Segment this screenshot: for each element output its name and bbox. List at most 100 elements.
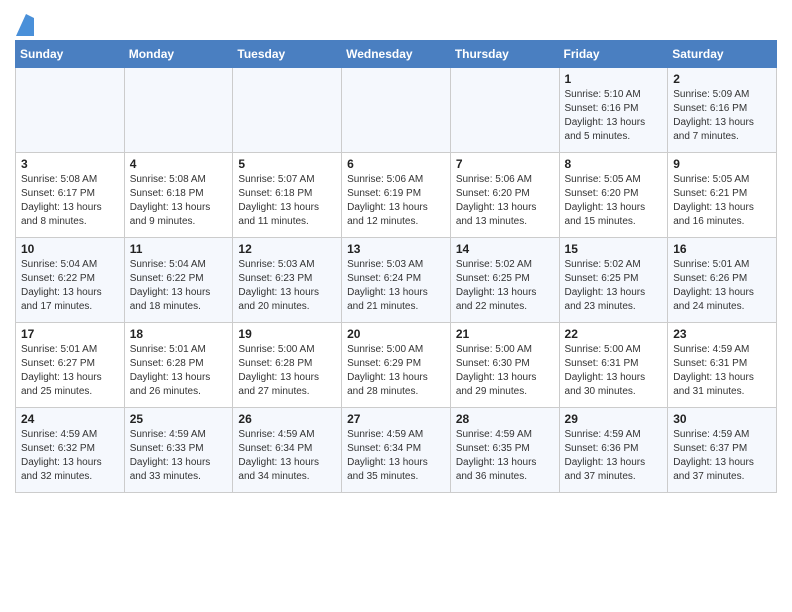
day-info: Sunrise: 5:09 AM Sunset: 6:16 PM Dayligh… — [673, 88, 771, 144]
calendar-cell: 5 Sunrise: 5:07 AM Sunset: 6:18 PM Daylig… — [233, 153, 342, 238]
day-info: Sunrise: 5:01 AM Sunset: 6:27 PM Dayligh… — [21, 343, 119, 399]
calendar-cell: 15 Sunrise: 5:02 AM Sunset: 6:25 PM Dayli… — [559, 238, 668, 323]
day-info: Sunrise: 5:02 AM Sunset: 6:25 PM Dayligh… — [456, 258, 554, 314]
calendar-week-4: 17 Sunrise: 5:01 AM Sunset: 6:27 PM Dayli… — [16, 323, 777, 408]
calendar-cell: 2 Sunrise: 5:09 AM Sunset: 6:16 PM Daylig… — [668, 68, 777, 153]
day-info: Sunrise: 4:59 AM Sunset: 6:35 PM Dayligh… — [456, 428, 554, 484]
calendar-cell: 13 Sunrise: 5:03 AM Sunset: 6:24 PM Dayli… — [342, 238, 451, 323]
page-header — [15, 10, 777, 32]
day-info: Sunrise: 5:08 AM Sunset: 6:18 PM Dayligh… — [130, 173, 228, 229]
calendar-cell — [16, 68, 125, 153]
day-number: 4 — [130, 157, 228, 171]
day-info: Sunrise: 5:01 AM Sunset: 6:26 PM Dayligh… — [673, 258, 771, 314]
calendar-cell: 19 Sunrise: 5:00 AM Sunset: 6:28 PM Dayli… — [233, 323, 342, 408]
day-info: Sunrise: 4:59 AM Sunset: 6:37 PM Dayligh… — [673, 428, 771, 484]
day-info: Sunrise: 5:00 AM Sunset: 6:28 PM Dayligh… — [238, 343, 336, 399]
calendar-cell: 27 Sunrise: 4:59 AM Sunset: 6:34 PM Dayli… — [342, 408, 451, 493]
day-number: 9 — [673, 157, 771, 171]
day-info: Sunrise: 5:03 AM Sunset: 6:23 PM Dayligh… — [238, 258, 336, 314]
calendar-cell: 28 Sunrise: 4:59 AM Sunset: 6:35 PM Dayli… — [450, 408, 559, 493]
day-info: Sunrise: 4:59 AM Sunset: 6:32 PM Dayligh… — [21, 428, 119, 484]
calendar-week-3: 10 Sunrise: 5:04 AM Sunset: 6:22 PM Dayli… — [16, 238, 777, 323]
day-number: 15 — [565, 242, 663, 256]
day-number: 17 — [21, 327, 119, 341]
day-number: 19 — [238, 327, 336, 341]
logo-icon — [16, 14, 34, 36]
day-info: Sunrise: 5:05 AM Sunset: 6:20 PM Dayligh… — [565, 173, 663, 229]
day-info: Sunrise: 5:10 AM Sunset: 6:16 PM Dayligh… — [565, 88, 663, 144]
day-info: Sunrise: 5:04 AM Sunset: 6:22 PM Dayligh… — [21, 258, 119, 314]
day-number: 10 — [21, 242, 119, 256]
day-number: 26 — [238, 412, 336, 426]
day-info: Sunrise: 5:00 AM Sunset: 6:30 PM Dayligh… — [456, 343, 554, 399]
day-info: Sunrise: 4:59 AM Sunset: 6:34 PM Dayligh… — [347, 428, 445, 484]
calendar-cell: 25Sunrise: 4:59 AM Sunset: 6:33 PM Dayli… — [124, 408, 233, 493]
day-number: 30 — [673, 412, 771, 426]
day-number: 5 — [238, 157, 336, 171]
calendar-header-friday: Friday — [559, 41, 668, 68]
calendar-cell — [450, 68, 559, 153]
day-number: 23 — [673, 327, 771, 341]
day-number: 13 — [347, 242, 445, 256]
calendar-cell — [233, 68, 342, 153]
day-number: 1 — [565, 72, 663, 86]
calendar-cell: 8Sunrise: 5:05 AM Sunset: 6:20 PM Daylig… — [559, 153, 668, 238]
calendar-cell: 3 Sunrise: 5:08 AM Sunset: 6:17 PM Daylig… — [16, 153, 125, 238]
day-number: 22 — [565, 327, 663, 341]
calendar-cell: 24 Sunrise: 4:59 AM Sunset: 6:32 PM Dayli… — [16, 408, 125, 493]
day-number: 28 — [456, 412, 554, 426]
calendar-cell: 18 Sunrise: 5:01 AM Sunset: 6:28 PM Dayli… — [124, 323, 233, 408]
calendar-cell: 1 Sunrise: 5:10 AM Sunset: 6:16 PM Daylig… — [559, 68, 668, 153]
calendar-cell: 26 Sunrise: 4:59 AM Sunset: 6:34 PM Dayli… — [233, 408, 342, 493]
calendar-cell: 14 Sunrise: 5:02 AM Sunset: 6:25 PM Dayli… — [450, 238, 559, 323]
calendar-cell: 7 Sunrise: 5:06 AM Sunset: 6:20 PM Daylig… — [450, 153, 559, 238]
day-number: 20 — [347, 327, 445, 341]
day-info: Sunrise: 5:07 AM Sunset: 6:18 PM Dayligh… — [238, 173, 336, 229]
calendar-header-tuesday: Tuesday — [233, 41, 342, 68]
day-number: 7 — [456, 157, 554, 171]
calendar-cell: 16 Sunrise: 5:01 AM Sunset: 6:26 PM Dayli… — [668, 238, 777, 323]
calendar-cell: 9 Sunrise: 5:05 AM Sunset: 6:21 PM Daylig… — [668, 153, 777, 238]
day-info: Sunrise: 5:01 AM Sunset: 6:28 PM Dayligh… — [130, 343, 228, 399]
calendar-table: SundayMondayTuesdayWednesdayThursdayFrid… — [15, 40, 777, 493]
calendar-cell: 22 Sunrise: 5:00 AM Sunset: 6:31 PM Dayli… — [559, 323, 668, 408]
day-number: 6 — [347, 157, 445, 171]
day-number: 14 — [456, 242, 554, 256]
calendar-header-wednesday: Wednesday — [342, 41, 451, 68]
day-number: 25 — [130, 412, 228, 426]
day-info: Sunrise: 5:02 AM Sunset: 6:25 PM Dayligh… — [565, 258, 663, 314]
day-info: Sunrise: 5:00 AM Sunset: 6:29 PM Dayligh… — [347, 343, 445, 399]
calendar-cell — [124, 68, 233, 153]
calendar-cell: 11 Sunrise: 5:04 AM Sunset: 6:22 PM Dayli… — [124, 238, 233, 323]
day-info: Sunrise: 5:08 AM Sunset: 6:17 PM Dayligh… — [21, 173, 119, 229]
day-info: Sunrise: 4:59 AM Sunset: 6:34 PM Dayligh… — [238, 428, 336, 484]
calendar-header-thursday: Thursday — [450, 41, 559, 68]
calendar-cell: 23Sunrise: 4:59 AM Sunset: 6:31 PM Dayli… — [668, 323, 777, 408]
day-info: Sunrise: 5:05 AM Sunset: 6:21 PM Dayligh… — [673, 173, 771, 229]
day-number: 27 — [347, 412, 445, 426]
calendar-week-5: 24 Sunrise: 4:59 AM Sunset: 6:32 PM Dayli… — [16, 408, 777, 493]
calendar-cell: 12 Sunrise: 5:03 AM Sunset: 6:23 PM Dayli… — [233, 238, 342, 323]
day-info: Sunrise: 5:04 AM Sunset: 6:22 PM Dayligh… — [130, 258, 228, 314]
calendar-week-1: 1 Sunrise: 5:10 AM Sunset: 6:16 PM Daylig… — [16, 68, 777, 153]
day-info: Sunrise: 5:06 AM Sunset: 6:20 PM Dayligh… — [456, 173, 554, 229]
logo — [15, 10, 35, 32]
calendar-week-2: 3 Sunrise: 5:08 AM Sunset: 6:17 PM Daylig… — [16, 153, 777, 238]
day-number: 21 — [456, 327, 554, 341]
calendar-cell: 21 Sunrise: 5:00 AM Sunset: 6:30 PM Dayli… — [450, 323, 559, 408]
day-number: 29 — [565, 412, 663, 426]
day-info: Sunrise: 5:00 AM Sunset: 6:31 PM Dayligh… — [565, 343, 663, 399]
day-number: 16 — [673, 242, 771, 256]
day-number: 11 — [130, 242, 228, 256]
day-info: Sunrise: 5:03 AM Sunset: 6:24 PM Dayligh… — [347, 258, 445, 314]
day-info: Sunrise: 5:06 AM Sunset: 6:19 PM Dayligh… — [347, 173, 445, 229]
day-number: 2 — [673, 72, 771, 86]
day-number: 24 — [21, 412, 119, 426]
day-number: 18 — [130, 327, 228, 341]
calendar-cell: 30 Sunrise: 4:59 AM Sunset: 6:37 PM Dayli… — [668, 408, 777, 493]
calendar-cell: 20 Sunrise: 5:00 AM Sunset: 6:29 PM Dayli… — [342, 323, 451, 408]
calendar-cell: 17 Sunrise: 5:01 AM Sunset: 6:27 PM Dayli… — [16, 323, 125, 408]
day-number: 12 — [238, 242, 336, 256]
day-number: 3 — [21, 157, 119, 171]
calendar-header-sunday: Sunday — [16, 41, 125, 68]
